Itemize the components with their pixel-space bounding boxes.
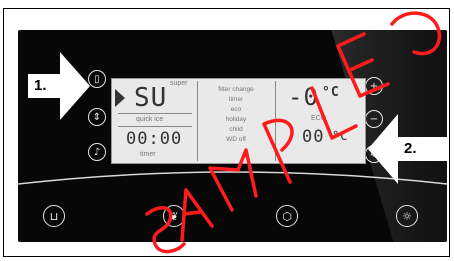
up-down-button[interactable]: ⇕ bbox=[88, 108, 106, 126]
divider bbox=[118, 126, 192, 127]
lcd-display: super SU quick ice 00:00 timer filter ch… bbox=[111, 78, 366, 164]
quick-ice-label: quick ice bbox=[136, 116, 164, 123]
leaf-icon: ❦ bbox=[169, 209, 179, 223]
menu-item: child bbox=[229, 126, 243, 133]
callout-2-label: 2. bbox=[396, 137, 448, 161]
eco-temperature-value: 00 bbox=[302, 127, 325, 147]
ice-cube-icon: ⬡ bbox=[282, 209, 292, 223]
fridge-door-button[interactable]: ▯ bbox=[88, 70, 106, 88]
settings-menu: filter change timer eco holiday child WD… bbox=[200, 85, 272, 145]
cup-icon: ⊔ bbox=[49, 209, 59, 223]
eco-temperature-unit: °C bbox=[332, 129, 349, 143]
callout-1-text: 1. bbox=[34, 77, 47, 94]
leaf-button[interactable]: ❦ bbox=[163, 205, 185, 227]
menu-item: holiday bbox=[225, 116, 247, 123]
callout-2-text: 2. bbox=[404, 140, 417, 157]
timer-value: 00:00 bbox=[126, 129, 183, 149]
temperature-value: -0 bbox=[288, 83, 319, 111]
temperature-unit: °C bbox=[322, 85, 340, 100]
light-button[interactable]: ☼ bbox=[396, 205, 418, 227]
light-bulb-icon: ☼ bbox=[402, 209, 412, 223]
callout-2-arrow bbox=[368, 114, 398, 184]
mode-super-label: super bbox=[170, 80, 188, 87]
up-down-arrows-icon: ⇕ bbox=[92, 111, 102, 123]
menu-item: WD off bbox=[226, 136, 246, 143]
plus-button[interactable]: + bbox=[365, 77, 383, 95]
eco-label: ECO bbox=[311, 115, 327, 122]
divider bbox=[118, 113, 192, 114]
callout-1-arrow bbox=[60, 52, 90, 120]
fridge-door-icon: ▯ bbox=[94, 73, 100, 85]
cup-button[interactable]: ⊔ bbox=[43, 205, 65, 227]
menu-item: filter change bbox=[218, 86, 254, 93]
sound-mute-button[interactable]: ♪ bbox=[88, 143, 106, 161]
ice-cube-button[interactable]: ⬡ bbox=[276, 205, 298, 227]
plus-icon: + bbox=[369, 80, 379, 92]
mode-value: SU bbox=[134, 83, 168, 113]
lcd-separator bbox=[197, 81, 198, 161]
timer-label: timer bbox=[140, 151, 156, 158]
sound-mute-icon: ♪ bbox=[93, 146, 101, 158]
menu-item: eco bbox=[230, 106, 242, 113]
lcd-separator bbox=[275, 81, 276, 161]
mode-arrow-icon bbox=[115, 89, 125, 107]
menu-item: timer bbox=[228, 96, 244, 103]
